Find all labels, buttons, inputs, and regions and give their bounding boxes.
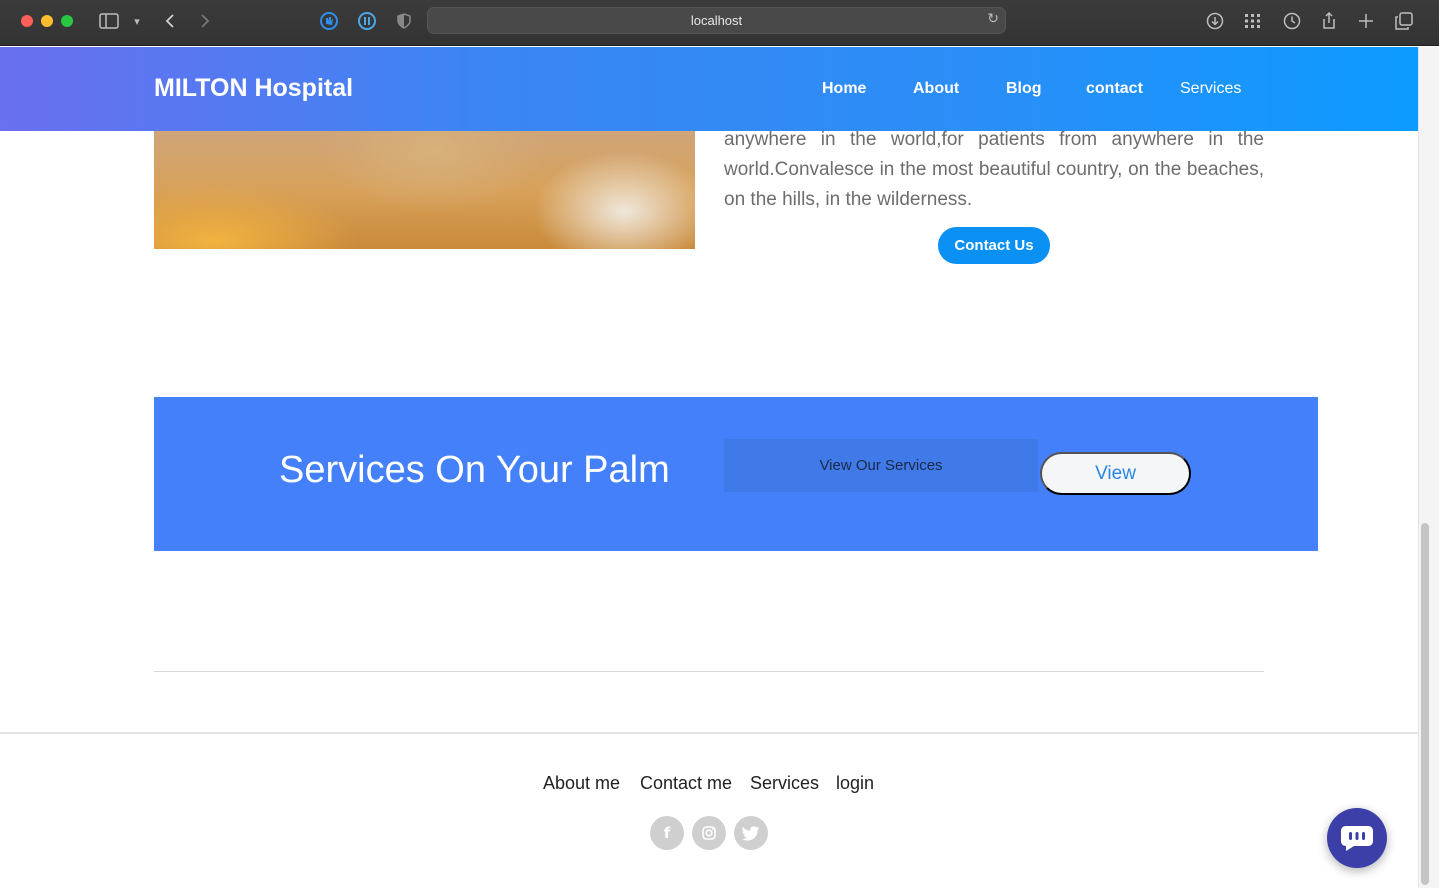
twitter-icon[interactable] [734,816,768,850]
browser-toolbar: ▾ localhost ↻ [0,0,1439,46]
services-banner: Services On Your Palm View Our Services … [154,397,1318,551]
footer-link-contact[interactable]: Contact me [640,773,732,794]
downloads-icon[interactable] [1202,8,1228,34]
url-text: localhost [690,13,743,28]
nav-contact[interactable]: contact [1086,80,1143,98]
new-tab-icon[interactable] [1353,8,1379,34]
site-header: MILTON Hospital Home About Blog contact … [0,47,1418,131]
extension-pause-icon[interactable] [354,8,380,34]
brand-logo[interactable]: MILTON Hospital [154,74,353,103]
nav-about[interactable]: About [913,80,959,98]
forward-icon[interactable] [192,8,218,34]
view-services-label: View Our Services [724,439,1038,492]
grid-apps-icon[interactable] [1240,8,1266,34]
tab-overview-icon[interactable] [1391,8,1417,34]
footer: About me Contact me Services login f [0,732,1418,888]
services-title: Services On Your Palm [279,449,670,491]
chat-bubble-icon [1341,826,1373,851]
footer-link-services[interactable]: Services [750,773,819,794]
divider [154,671,1264,672]
hero-description: anywhere in the world,for patients from … [724,129,1264,210]
facebook-icon[interactable]: f [650,816,684,850]
footer-link-about[interactable]: About me [543,773,620,794]
address-bar[interactable]: localhost ↻ [427,7,1006,34]
reload-icon[interactable]: ↻ [987,11,999,27]
footer-link-login[interactable]: login [836,773,874,794]
nav-home[interactable]: Home [822,80,866,98]
shield-icon[interactable] [391,8,417,34]
back-icon[interactable] [157,8,183,34]
view-button[interactable]: View [1040,452,1191,495]
close-window-button[interactable] [21,15,33,27]
facebook-letter: f [663,824,671,842]
instagram-icon[interactable] [692,816,726,850]
extension-hand-icon[interactable] [316,8,342,34]
chat-widget-button[interactable] [1327,808,1387,868]
chevron-down-icon[interactable]: ▾ [124,8,150,34]
minimize-window-button[interactable] [41,15,53,27]
nav-services[interactable]: Services [1180,80,1241,98]
contact-us-button[interactable]: Contact Us [938,227,1050,264]
zoom-window-button[interactable] [61,15,73,27]
share-icon[interactable] [1316,8,1342,34]
scrollbar-thumb[interactable] [1421,523,1429,885]
page-viewport: anywhere in the world,for patients from … [0,47,1418,888]
nav-blog[interactable]: Blog [1006,80,1042,98]
history-icon[interactable] [1279,8,1305,34]
sidebar-toggle-icon[interactable] [96,8,122,34]
hero-image [154,131,695,249]
